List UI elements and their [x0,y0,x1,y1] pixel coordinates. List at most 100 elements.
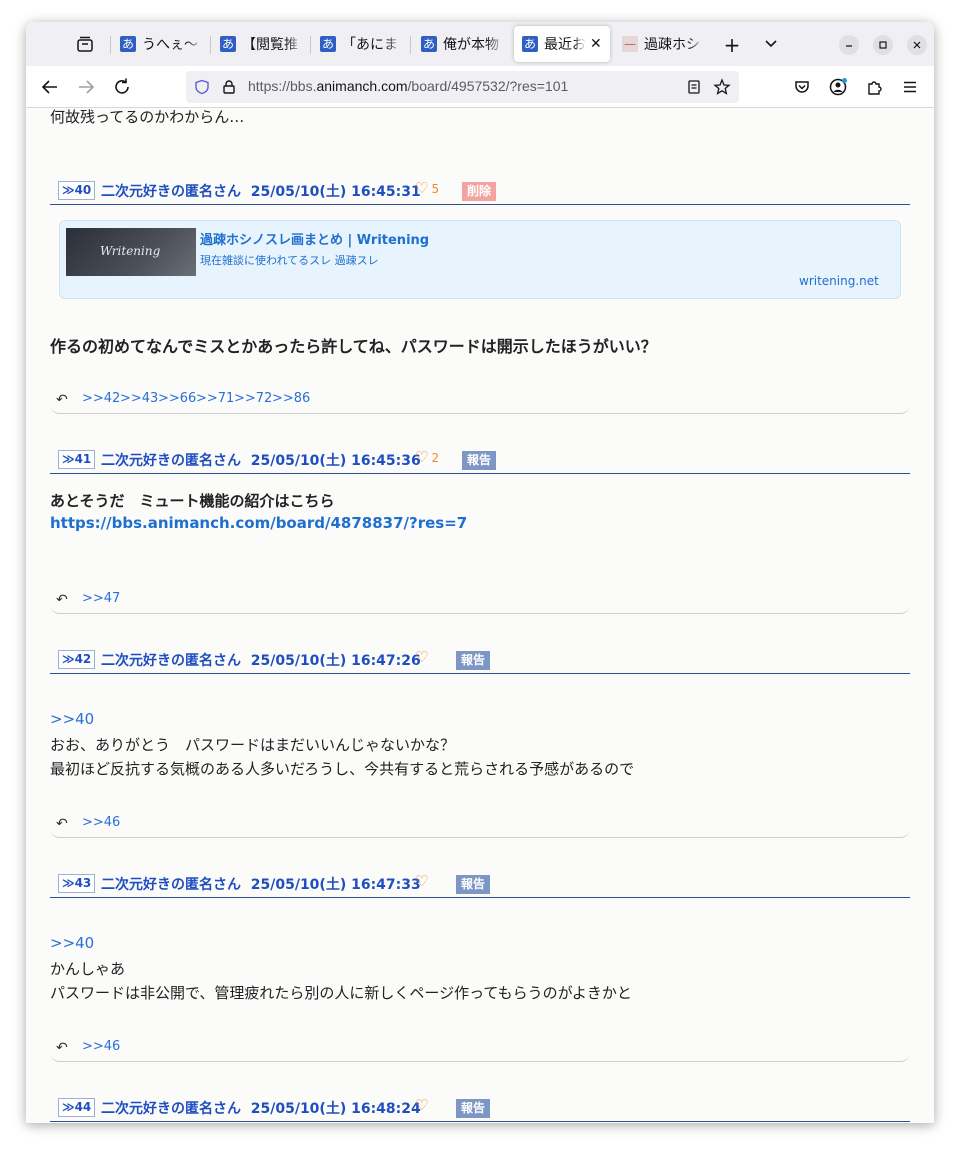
forward-icon[interactable] [75,76,97,98]
reply-link[interactable]: >>86 [272,391,310,406]
page-content: 何故残ってるのかわからん… ≫40 二次元好きの匿名さん 25/05/10(土)… [26,109,934,1123]
tab-separator [110,36,111,54]
navigation-bar: https://bbs.animanch.com/board/4957532/?… [26,66,934,108]
reply-link[interactable]: >>42 [82,391,120,406]
tab-title: 過疎ホシ [644,37,700,53]
like-button[interactable]: ♡ [415,1096,428,1114]
list-all-tabs-icon[interactable] [763,37,779,51]
tab-title: 俺が本物 [443,37,499,53]
post-date: 25/05/10(土) 16:47:26 [250,653,421,669]
pocket-icon[interactable] [791,76,813,98]
site-favicon-icon: あ [421,36,437,52]
url-host: animanch.com [316,78,408,94]
minimize-icon[interactable] [839,35,859,55]
tracking-protection-shield-icon[interactable] [194,79,210,95]
reply-links: ↶ >>47 [50,590,910,614]
browser-window: あうへぇ〜 あ【閲覧推 あ「あにま あ俺が本物 あ最近お ✕ — 過疎ホシ + ht… [26,22,934,1123]
post-anchor-link[interactable]: >>40 [50,710,94,728]
delete-badge[interactable]: 削除 [462,182,497,201]
reply-arrow-icon: ↶ [56,1040,68,1056]
reply-link[interactable]: >>72 [234,391,272,406]
url-text[interactable]: https://bbs.animanch.com/board/4957532/?… [248,78,568,94]
tab-6[interactable]: — 過疎ホシ [614,26,710,62]
site-favicon-icon: あ [320,36,336,52]
post-author: 二次元好きの匿名さん [101,653,241,669]
hamburger-menu-icon[interactable] [899,76,921,98]
reply-link[interactable]: >>47 [82,591,120,606]
post-author-date: 二次元好きの匿名さん 25/05/10(土) 16:48:24 [101,1098,421,1118]
post-anchor-link[interactable]: >>40 [50,934,94,952]
post-number[interactable]: ≫43 [58,874,96,893]
post-header: ≫42 二次元好きの匿名さん 25/05/10(土) 16:47:26 ♡ 報告 [50,648,910,674]
site-favicon-icon: あ [220,36,236,52]
lock-icon[interactable] [221,79,237,95]
post-date: 25/05/10(土) 16:47:33 [250,877,421,893]
back-icon[interactable] [39,76,61,98]
link-preview-domain: writening.net [799,274,879,288]
link-preview-title[interactable]: 過疎ホシノスレ画まとめ | Writening [200,229,429,248]
reply-link[interactable]: >>43 [120,391,158,406]
tab-bar: あうへぇ〜 あ【閲覧推 あ「あにま あ俺が本物 あ最近お ✕ — 過疎ホシ + [26,22,934,66]
post-date: 25/05/10(土) 16:45:36 [250,453,421,469]
bookmark-star-icon[interactable] [713,78,731,96]
reader-view-icon[interactable] [686,79,702,95]
tab-3[interactable]: あ「あにま [312,26,408,62]
post-date: 25/05/10(土) 16:48:24 [250,1101,421,1117]
post-number[interactable]: ≫42 [58,650,96,669]
reload-icon[interactable] [111,76,133,98]
tab-1[interactable]: あうへぇ〜 [112,26,208,62]
report-badge[interactable]: 報告 [456,875,491,894]
link-preview-thumbnail: Writening [66,228,196,276]
like-button[interactable]: ♡ [415,648,428,666]
tab-separator [210,36,211,54]
account-icon[interactable] [827,76,849,98]
new-tab-icon[interactable]: + [721,33,743,57]
url-bar[interactable]: https://bbs.animanch.com/board/4957532/?… [186,71,739,103]
post-body-line: おお、ありがとう パスワードはまだいいんじゃないかな？ [50,736,456,754]
reply-link[interactable]: >>46 [82,1039,120,1054]
post-header: ≫44 二次元好きの匿名さん 25/05/10(土) 16:48:24 ♡ 報告 [50,1096,910,1122]
close-window-icon[interactable] [907,35,927,55]
view-recent-icon[interactable] [74,34,96,56]
maximize-icon[interactable] [873,35,893,55]
post-header: ≫43 二次元好きの匿名さん 25/05/10(土) 16:47:33 ♡ 報告 [50,872,910,898]
report-badge[interactable]: 報告 [462,451,497,470]
post-header: ≫40 二次元好きの匿名さん 25/05/10(土) 16:45:31 ♡ 5 削… [50,179,910,205]
post-number[interactable]: ≫44 [58,1098,96,1117]
tab-4[interactable]: あ俺が本物 [413,26,511,62]
reply-links: ↶ >>46 [50,814,910,838]
like-count: 2 [431,451,440,465]
link-preview-card[interactable]: Writening 過疎ホシノスレ画まとめ | Writening 現在雑談に使… [59,220,901,299]
reply-link[interactable]: >>71 [196,391,234,406]
close-tab-icon[interactable]: ✕ [590,36,602,52]
post-link[interactable]: https://bbs.animanch.com/board/4878837/?… [50,514,467,532]
reply-arrow-icon: ↶ [56,392,68,408]
post-number[interactable]: ≫41 [58,450,96,469]
tab-5-active[interactable]: あ最近お ✕ [514,26,610,62]
tab-2[interactable]: あ【閲覧推 [212,26,308,62]
like-button[interactable]: ♡ 2 [415,448,439,466]
post-body-line: かんしゃあ [50,960,126,978]
tab-title: 最近お [544,37,586,53]
reply-arrow-icon: ↶ [56,816,68,832]
reply-link[interactable]: >>46 [82,815,120,830]
report-badge[interactable]: 報告 [456,651,491,670]
reply-link[interactable]: >>66 [158,391,196,406]
post-author: 二次元好きの匿名さん [101,453,241,469]
report-badge[interactable]: 報告 [456,1099,491,1118]
thumbnail-text: Writening [100,244,161,258]
post-number[interactable]: ≫40 [58,181,96,200]
reply-links: ↶ >>46 [50,1038,910,1062]
post-40: ≫40 二次元好きの匿名さん 25/05/10(土) 16:45:31 ♡ 5 削… [26,109,934,414]
post-body-line: 最初ほど反抗する気概のある人多いだろうし、今共有すると荒らされる予感があるので [50,760,635,778]
site-favicon-icon: — [622,36,638,52]
url-prefix: https://bbs. [248,78,317,94]
post-body: 作るの初めてなんでミスとかあったら許してね、パスワードは開示したほうがいい？ [50,337,657,356]
reply-links: ↶ >>42 >>43 >>66 >>71 >>72 >>86 [50,390,910,414]
like-count: 5 [431,182,440,196]
like-button[interactable]: ♡ [415,872,428,890]
like-button[interactable]: ♡ 5 [415,179,439,197]
post-body-line: パスワードは非公開で、管理疲れたら別の人に新しくページ作ってもらうのがよきかと [50,984,632,1002]
extensions-puzzle-icon[interactable] [863,76,885,98]
post-author: 二次元好きの匿名さん [101,1101,241,1117]
